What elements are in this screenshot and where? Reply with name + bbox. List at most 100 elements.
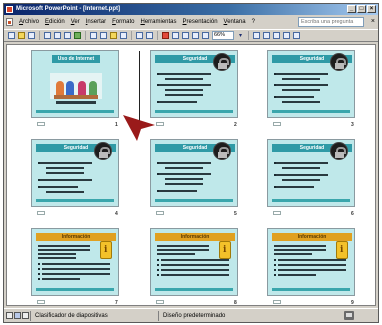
- window-title: Microsoft PowerPoint - [Internet.ppt]: [16, 6, 120, 12]
- format-painter-icon[interactable]: [119, 31, 128, 40]
- lock-icon: [330, 53, 348, 71]
- view-buttons: [6, 312, 29, 319]
- email-icon[interactable]: [43, 31, 52, 40]
- normal-view-icon[interactable]: [6, 312, 13, 319]
- title-bar: Microsoft PowerPoint - [Internet.ppt] _ …: [4, 4, 378, 15]
- design-icon[interactable]: [262, 31, 271, 40]
- transition-icon: [37, 300, 45, 304]
- transition-icon: [273, 122, 281, 126]
- slide-thumbnail[interactable]: Información: [150, 228, 238, 296]
- menu-edicion[interactable]: Edición: [42, 19, 68, 25]
- transition-icon: [37, 122, 45, 126]
- slide-thumbnail[interactable]: Seguridad: [267, 50, 355, 118]
- status-bar: Clasificador de diapositivas Diseño pred…: [4, 308, 378, 322]
- slide-title: Información: [272, 233, 352, 241]
- new-slide-icon[interactable]: [272, 31, 281, 40]
- powerpoint-window: Microsoft PowerPoint - [Internet.ppt] _ …: [3, 3, 379, 323]
- slide-number: 3: [351, 122, 354, 128]
- people-illustration: [50, 73, 102, 99]
- menu-archivo[interactable]: Archivo: [16, 19, 42, 25]
- slide-number: 6: [351, 211, 354, 217]
- open-icon[interactable]: [17, 31, 26, 40]
- drop-position-marker: [139, 51, 140, 121]
- table-icon[interactable]: [171, 31, 180, 40]
- transition-icon: [156, 300, 164, 304]
- menu-formato[interactable]: Formato: [109, 19, 137, 25]
- slide-sorter-view-icon[interactable]: [14, 312, 21, 319]
- lock-icon: [213, 53, 231, 71]
- menu-presentacion[interactable]: Presentación: [180, 19, 221, 25]
- menu-herramientas[interactable]: Herramientas: [137, 19, 179, 25]
- slide-thumbnail[interactable]: Información: [31, 228, 119, 296]
- status-view-name: Clasificador de diapositivas: [30, 311, 158, 321]
- chevron-down-icon[interactable]: ▾: [236, 31, 245, 40]
- close-document-icon[interactable]: ×: [371, 16, 375, 28]
- window-controls: _ □ ×: [347, 5, 376, 13]
- help-question-input[interactable]: [298, 17, 364, 27]
- menu-bar: Archivo Edición Ver Insertar Formato Her…: [4, 16, 378, 28]
- slide-title: Uso de Internet: [52, 55, 100, 63]
- drag-cursor-icon: [123, 115, 155, 141]
- slide-thumbnail[interactable]: Uso de Internet: [31, 50, 119, 118]
- preview-icon[interactable]: [63, 31, 72, 40]
- slide-thumbnail[interactable]: Seguridad: [150, 50, 238, 118]
- print-icon[interactable]: [53, 31, 62, 40]
- save-icon[interactable]: [27, 31, 36, 40]
- paste-icon[interactable]: [109, 31, 118, 40]
- slide-thumbnail[interactable]: Información: [267, 228, 355, 296]
- zoom-select[interactable]: 66%: [212, 31, 234, 40]
- slide-title: Información: [36, 233, 116, 241]
- transition-icon: [273, 211, 281, 215]
- spelling-icon[interactable]: [73, 31, 82, 40]
- lock-icon: [330, 142, 348, 160]
- info-icon: [219, 241, 231, 259]
- slide-layout-icon[interactable]: [282, 31, 291, 40]
- color-icon[interactable]: [201, 31, 210, 40]
- slide-title: Información: [155, 233, 235, 241]
- cut-icon[interactable]: [89, 31, 98, 40]
- undo-icon[interactable]: [135, 31, 144, 40]
- lock-icon: [94, 142, 112, 160]
- toolbar-separator: [85, 31, 86, 40]
- copy-icon[interactable]: [99, 31, 108, 40]
- document-icon[interactable]: [6, 18, 13, 26]
- info-icon: [100, 241, 112, 259]
- slide-thumbnail[interactable]: Seguridad: [267, 139, 355, 207]
- close-button[interactable]: ×: [367, 5, 376, 13]
- toolbar-separator: [131, 31, 132, 40]
- toolbar-separator: [248, 31, 249, 40]
- transition-icon: [273, 300, 281, 304]
- expand-icon[interactable]: [181, 31, 190, 40]
- slide-number: 5: [234, 211, 237, 217]
- slide-number: 7: [115, 300, 118, 306]
- slide-subtitle: [56, 101, 96, 104]
- slide-sorter-view[interactable]: Uso de Internet 1 Seguridad 2 Seguridad …: [6, 44, 376, 306]
- transition-icon[interactable]: [292, 31, 301, 40]
- minimize-button[interactable]: _: [347, 5, 356, 13]
- menu-ver[interactable]: Ver: [68, 19, 83, 25]
- slide-show-icon[interactable]: [22, 312, 29, 319]
- slide-thumbnail[interactable]: Seguridad: [31, 139, 119, 207]
- powerpoint-icon: [6, 6, 13, 13]
- maximize-button[interactable]: □: [357, 5, 366, 13]
- grid-icon[interactable]: [191, 31, 200, 40]
- menu-insertar[interactable]: Insertar: [83, 19, 109, 25]
- menu-help[interactable]: ?: [249, 19, 258, 25]
- redo-icon[interactable]: [145, 31, 154, 40]
- slide-number: 8: [234, 300, 237, 306]
- spelling-status-icon: [344, 311, 354, 320]
- transition-icon: [156, 122, 164, 126]
- slide-number: 4: [115, 211, 118, 217]
- new-icon[interactable]: [7, 31, 16, 40]
- help-icon[interactable]: [252, 31, 261, 40]
- lock-icon: [213, 142, 231, 160]
- transition-icon: [156, 211, 164, 215]
- slide-thumbnail[interactable]: Seguridad: [150, 139, 238, 207]
- chart-icon[interactable]: [161, 31, 170, 40]
- toolbar-separator: [39, 31, 40, 40]
- status-design-name: Diseño predeterminado: [158, 311, 278, 321]
- menu-ventana[interactable]: Ventana: [221, 19, 249, 25]
- toolbar-separator: [157, 31, 158, 40]
- info-icon: [336, 241, 348, 259]
- transition-icon: [37, 211, 45, 215]
